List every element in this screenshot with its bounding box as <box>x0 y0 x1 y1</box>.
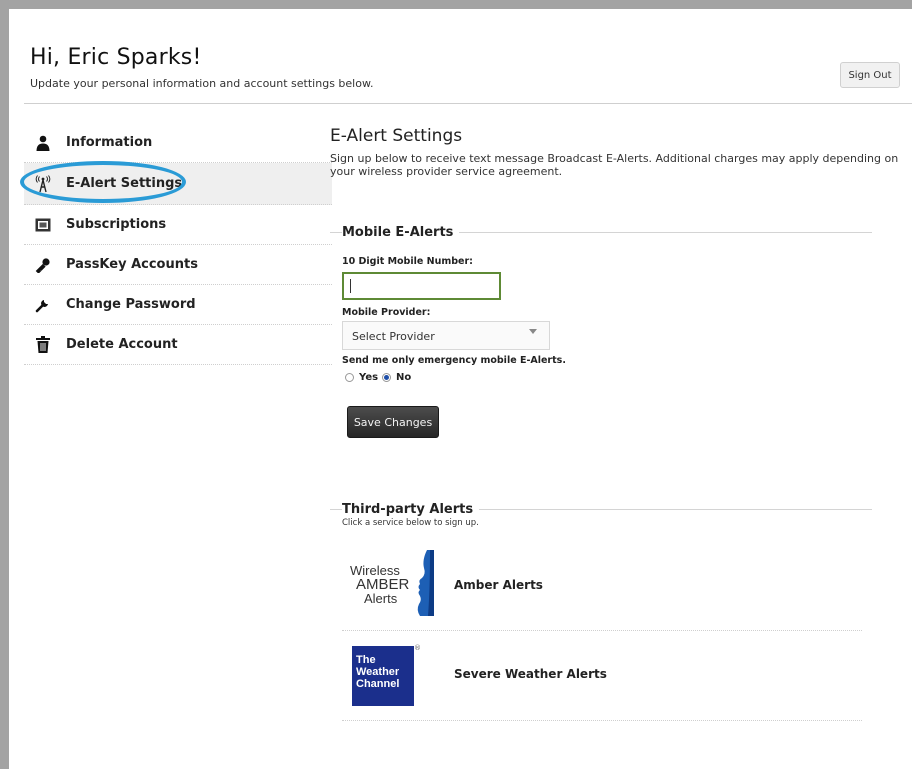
third-party-subtitle: Click a service below to sign up. <box>342 518 479 528</box>
sign-out-button[interactable]: Sign Out <box>840 62 900 88</box>
text-caret <box>350 279 351 293</box>
phone-number-input[interactable] <box>342 272 501 300</box>
radio-yes-option[interactable]: Yes <box>345 370 378 384</box>
sidebar-item-change-password[interactable]: Change Password <box>24 285 332 325</box>
highlight-annotation-circle <box>20 161 186 203</box>
sidebar-item-delete-account[interactable]: Delete Account <box>24 325 332 365</box>
settings-sidebar: Information E-Alert Settings Subscriptio… <box>24 123 332 365</box>
sidebar-item-passkey-accounts[interactable]: PassKey Accounts <box>24 245 332 285</box>
newspaper-icon <box>34 216 52 234</box>
sidebar-item-label: PassKey Accounts <box>66 257 198 272</box>
window-frame-top <box>0 0 912 9</box>
child-silhouette-icon <box>417 550 434 616</box>
service-name: Severe Weather Alerts <box>454 667 607 681</box>
third-party-fieldset: Third-party Alerts <box>330 502 872 518</box>
provider-selected-value: Select Provider <box>352 330 435 343</box>
mobile-provider-label: Mobile Provider: <box>342 307 431 318</box>
radio-no-option[interactable]: No <box>382 370 411 384</box>
mobile-alerts-fieldset: Mobile E-Alerts <box>330 225 872 241</box>
save-changes-button[interactable]: Save Changes <box>347 406 439 438</box>
trash-icon <box>34 336 52 354</box>
registered-mark: ® <box>414 644 421 652</box>
third-party-legend: Third-party Alerts <box>342 502 480 517</box>
phone-number-label: 10 Digit Mobile Number: <box>342 256 473 267</box>
section-title: E-Alert Settings <box>330 126 463 146</box>
wrench-icon <box>34 296 52 314</box>
chevron-down-icon <box>529 329 537 334</box>
sidebar-item-subscriptions[interactable]: Subscriptions <box>24 205 332 245</box>
sidebar-item-label: Subscriptions <box>66 217 167 232</box>
radio-yes-label: Yes <box>359 371 379 383</box>
header-divider <box>24 103 912 104</box>
mobile-alerts-legend: Mobile E-Alerts <box>342 225 460 240</box>
service-row-amber-alerts[interactable]: Wireless AMBER Alerts Amber Alerts <box>342 542 862 631</box>
sidebar-item-label: Information <box>66 135 153 150</box>
person-icon <box>34 134 52 152</box>
emergency-alerts-label: Send me only emergency mobile E-Alerts. <box>342 355 566 366</box>
sidebar-item-label: Change Password <box>66 297 196 312</box>
radio-yes[interactable] <box>345 372 354 382</box>
weather-channel-logo[interactable]: The Weather Channel <box>352 646 414 706</box>
page-greeting: Hi, Eric Sparks! <box>30 45 202 70</box>
service-name: Amber Alerts <box>454 578 543 592</box>
sidebar-item-information[interactable]: Information <box>24 123 332 163</box>
radio-no-label: No <box>396 371 412 383</box>
mobile-provider-select[interactable]: Select Provider <box>342 321 550 350</box>
page-subtitle: Update your personal information and acc… <box>30 77 374 90</box>
window-frame-left <box>0 0 9 769</box>
service-row-severe-weather[interactable]: The Weather Channel ® Severe Weather Ale… <box>342 632 862 721</box>
key-icon <box>34 256 52 274</box>
section-description: Sign up below to receive text message Br… <box>330 152 899 178</box>
amber-alerts-logo[interactable]: Wireless AMBER Alerts <box>348 546 434 620</box>
radio-no[interactable] <box>382 372 391 382</box>
sidebar-item-label: Delete Account <box>66 337 178 352</box>
